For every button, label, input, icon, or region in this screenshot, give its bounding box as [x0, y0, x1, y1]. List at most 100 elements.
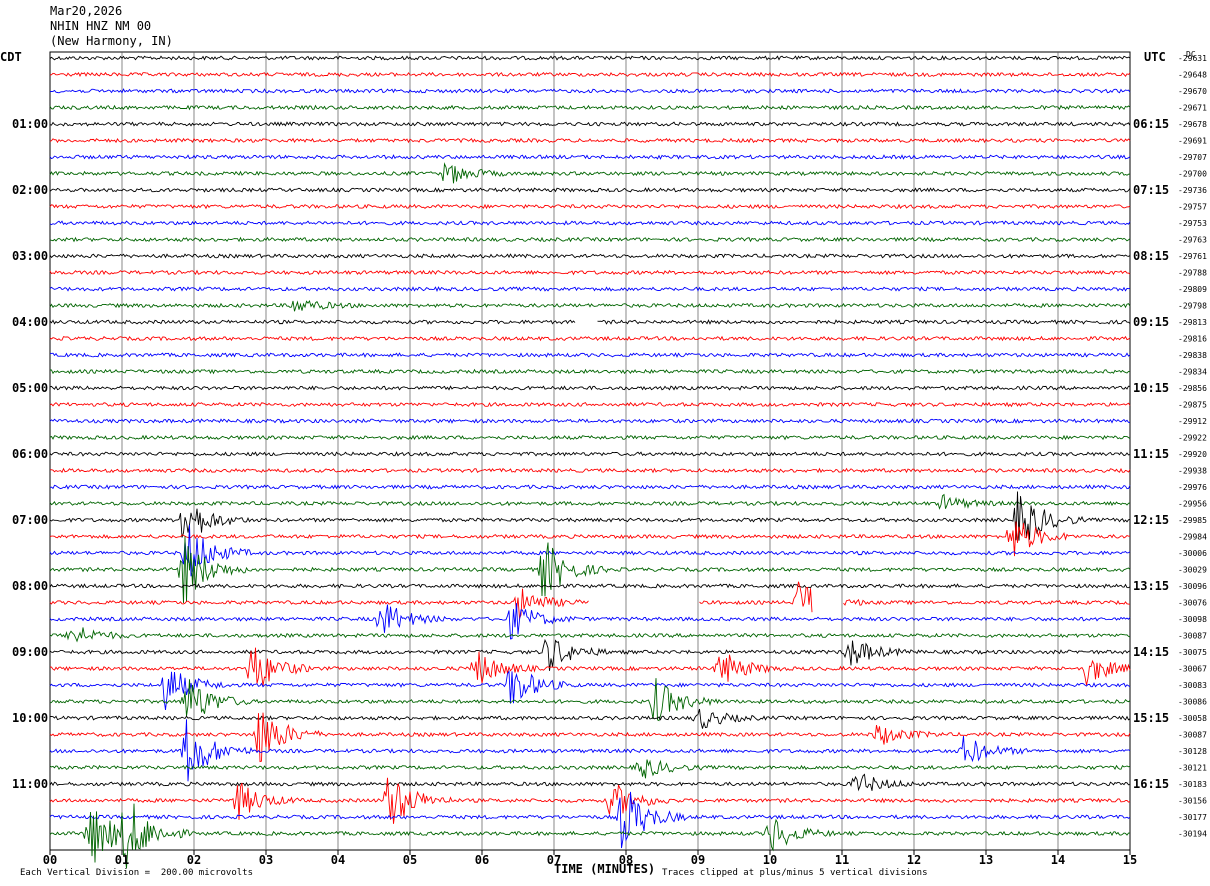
trace-line [49, 55, 1131, 61]
trace-line [49, 451, 1131, 457]
right-dc-value: -29938 [1178, 467, 1207, 476]
right-hour-label: 11:15 [1133, 447, 1169, 461]
left-hour-label: 10:00 [12, 711, 48, 725]
scale-note: Each Vertical Division = 200.00 microvol… [20, 868, 253, 878]
right-hour-label: 12:15 [1133, 513, 1169, 527]
right-dc-value: -29691 [1178, 137, 1207, 146]
trace-line [49, 712, 1131, 763]
right-dc-value: -30006 [1178, 549, 1207, 558]
trace-line [49, 708, 1131, 729]
right-hour-label: 06:15 [1133, 117, 1169, 131]
right-dc-value: -29976 [1178, 483, 1207, 492]
right-dc-value: -29671 [1178, 104, 1207, 113]
right-dc-value: -29757 [1178, 203, 1207, 212]
left-hour-label: 02:00 [12, 183, 48, 197]
x-tick-label: 12 [907, 853, 921, 867]
right-dc-value: -29838 [1178, 351, 1207, 360]
trace-line [49, 521, 1131, 557]
right-dc-value: -30128 [1178, 747, 1207, 756]
trace-line [49, 627, 1131, 643]
right-dc-value: -30067 [1178, 665, 1207, 674]
trace-line [49, 88, 1131, 94]
plot-frame [49, 51, 1131, 851]
trace-line [49, 434, 1131, 441]
trace-line [49, 335, 1131, 342]
right-dc-value: -29922 [1178, 434, 1207, 443]
right-dc-value: -29816 [1178, 335, 1207, 344]
trace-line [49, 253, 1131, 259]
right-dc-value: -30121 [1178, 764, 1207, 773]
x-tick-label: 15 [1123, 853, 1137, 867]
trace-line [49, 536, 1131, 604]
right-dc-value: -29956 [1178, 500, 1207, 509]
trace-line [49, 493, 1131, 510]
right-dc-value: -29856 [1178, 384, 1207, 393]
trace-line [49, 269, 1131, 276]
trace-line [49, 220, 1131, 226]
right-hour-label: 15:15 [1133, 711, 1169, 725]
right-dc-value: -30083 [1178, 681, 1207, 690]
left-hour-label: 07:00 [12, 513, 48, 527]
right-dc-value: -30075 [1178, 648, 1207, 657]
trace-line [50, 368, 1131, 375]
right-hour-label: 14:15 [1133, 645, 1169, 659]
left-hour-label: 03:00 [12, 249, 48, 263]
trace-line [49, 759, 1131, 779]
x-tick-label: 06 [475, 853, 489, 867]
right-dc-value: -29912 [1178, 417, 1207, 426]
x-tick-label: 04 [331, 853, 345, 867]
right-dc-value: -30086 [1178, 698, 1207, 707]
right-hour-label: 08:15 [1133, 249, 1169, 263]
x-tick-label: 14 [1051, 853, 1065, 867]
right-dc-value: -29761 [1178, 252, 1207, 261]
left-hour-labels: 01:00 02:00 03:00 04:00 05:00 06:00 07:00 08:00… [12, 117, 48, 791]
right-dc-value: -29920 [1178, 450, 1207, 459]
trace-line [49, 719, 1131, 782]
right-dc-value: -29631 [1178, 54, 1207, 63]
x-tick-label: 10 [763, 853, 777, 867]
trace-line [49, 104, 1131, 111]
trace-line [49, 583, 1131, 589]
trace-line [49, 286, 1131, 292]
right-hour-label: 10:15 [1133, 381, 1169, 395]
trace-line [49, 638, 1131, 671]
trace-line [49, 603, 1131, 640]
right-dc-value: -29670 [1178, 87, 1207, 96]
trace-line [49, 777, 1131, 824]
trace-line [49, 484, 1131, 490]
trace-line [49, 187, 1131, 193]
right-dc-value: -29834 [1178, 368, 1207, 377]
left-hour-label: 11:00 [12, 777, 48, 791]
right-dc-value: -29875 [1178, 401, 1207, 410]
trace-line [49, 678, 1131, 722]
trace-line [49, 418, 1131, 424]
x-tick-label: 11 [835, 853, 849, 867]
trace-line [49, 670, 1131, 710]
trace-line [49, 236, 1131, 243]
right-dc-value: -29813 [1178, 318, 1207, 327]
left-hour-label: 09:00 [12, 645, 48, 659]
right-dc-value: -30087 [1178, 632, 1207, 641]
trace-line [49, 203, 1131, 210]
right-dc-values: -29631 -29648 -29670 -29671 -29678 -29691 -297… [1178, 54, 1207, 839]
x-tick-label: 03 [259, 853, 273, 867]
right-dc-value: -30076 [1178, 599, 1207, 608]
right-hour-label: 09:15 [1133, 315, 1169, 329]
left-hour-label: 01:00 [12, 117, 48, 131]
left-hour-label: 08:00 [12, 579, 48, 593]
trace-line [49, 299, 1131, 312]
right-dc-value: -30087 [1178, 731, 1207, 740]
trace-line [49, 352, 1131, 358]
right-dc-value: -29707 [1178, 153, 1207, 162]
right-dc-value: -29788 [1178, 269, 1207, 278]
right-dc-value: -29809 [1178, 285, 1207, 294]
right-hour-label: 13:15 [1133, 579, 1169, 593]
right-dc-value: -29984 [1178, 533, 1207, 542]
x-tick-label: 05 [403, 853, 417, 867]
right-hour-labels: 06:15 07:15 08:15 09:15 10:15 11:15 12:15 13:15… [1133, 117, 1169, 791]
right-dc-value: -30098 [1178, 615, 1207, 624]
x-tick-label: 01 [115, 853, 129, 867]
right-hour-label: 07:15 [1133, 183, 1169, 197]
x-tick-label: 02 [187, 853, 201, 867]
right-dc-value: -30156 [1178, 797, 1207, 806]
